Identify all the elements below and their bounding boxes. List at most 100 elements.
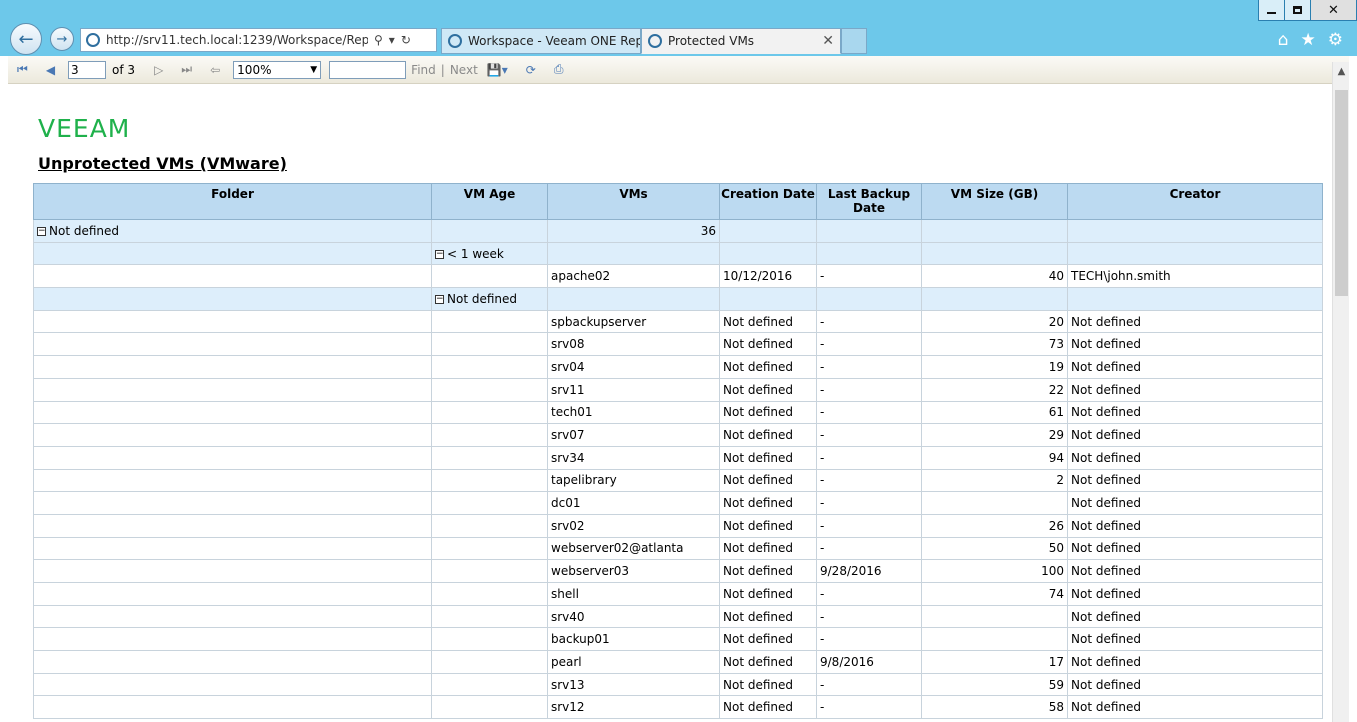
vm-name-cell: webserver03 <box>547 559 720 583</box>
report-title: Unprotected VMs (VMware) <box>38 154 287 173</box>
scroll-up-icon[interactable]: ▲ <box>1333 66 1350 77</box>
vm-size-cell: 40 <box>921 264 1068 289</box>
vm-size-cell: 2 <box>921 468 1068 493</box>
vm-name-cell: srv13 <box>547 672 720 697</box>
tab-protected-vms[interactable]: Protected VMs ✕ <box>641 28 841 54</box>
refresh-icon[interactable]: ↻ <box>401 33 411 47</box>
creator-cell: Not defined <box>1067 604 1323 629</box>
table-body: − Not defined 36 − < 1 week apache02 10/12… <box>33 219 1323 720</box>
next-link[interactable]: Next <box>450 63 478 77</box>
home-icon[interactable]: ⌂ <box>1278 30 1289 50</box>
vm-size-cell: 94 <box>921 445 1068 470</box>
creation-date-cell: Not defined <box>719 559 817 583</box>
window-controls: ✕ <box>1258 0 1357 21</box>
vm-name-cell: tech01 <box>547 400 720 425</box>
export-save-icon[interactable]: 💾▾ <box>487 63 508 77</box>
scrollbar-thumb[interactable] <box>1335 90 1348 296</box>
close-tab-icon[interactable]: ✕ <box>822 33 834 49</box>
tab-label: Workspace - Veeam ONE Repo... <box>468 34 641 48</box>
next-page-icon[interactable]: ▷ <box>154 63 163 77</box>
table-row: srv12 Not defined -58 Not defined <box>33 695 1323 720</box>
report-body: VEEAM Unprotected VMs (VMware) Folder VM… <box>8 85 1332 722</box>
last-page-icon[interactable]: ⏭ <box>181 62 192 77</box>
find-link[interactable]: Find <box>411 63 436 77</box>
vm-size-cell: 100 <box>921 559 1068 583</box>
table-row: tech01 Not defined -61 Not defined <box>33 400 1323 425</box>
vm-size-cell: 58 <box>921 695 1068 720</box>
creator-cell: Not defined <box>1067 650 1323 674</box>
url-text[interactable]: http://srv11.tech.local:1239/Workspace/R… <box>106 33 368 47</box>
creation-date-cell: Not defined <box>719 491 817 515</box>
zoom-select[interactable]: 100% ▼ <box>233 60 322 79</box>
favorites-star-icon[interactable]: ★ <box>1301 30 1316 50</box>
vm-name-cell: srv34 <box>547 445 720 470</box>
creation-date-cell: Not defined <box>719 332 817 357</box>
creator-cell: Not defined <box>1067 559 1323 583</box>
tab-label: Protected VMs <box>668 34 755 48</box>
creation-date-cell: Not defined <box>719 650 817 674</box>
first-page-icon[interactable]: ⏮ <box>17 62 28 77</box>
vm-name-cell: srv12 <box>547 695 720 720</box>
new-tab-button[interactable] <box>841 28 867 54</box>
column-header-vm-size[interactable]: VM Size (GB) <box>921 183 1068 220</box>
age-group-cell: − Not defined <box>431 287 548 311</box>
page-number-input[interactable] <box>68 60 107 79</box>
last-backup-cell: - <box>816 604 922 629</box>
collapse-icon[interactable]: − <box>435 249 444 259</box>
table-row: srv11 Not defined -22 Not defined <box>33 377 1323 402</box>
age-group-label: < 1 week <box>447 246 504 261</box>
close-icon: ✕ <box>1328 2 1339 18</box>
vm-size-cell <box>921 604 1068 629</box>
column-header-last-backup-date[interactable]: Last Backup Date <box>816 183 922 220</box>
search-icon[interactable]: ⚲ <box>374 33 383 47</box>
column-header-vms[interactable]: VMs <box>547 183 720 220</box>
last-backup-cell: - <box>816 423 922 447</box>
tab-workspace[interactable]: Workspace - Veeam ONE Repo... <box>441 28 641 54</box>
column-header-creator[interactable]: Creator <box>1067 183 1323 220</box>
page-count-label: of 3 <box>112 62 136 77</box>
gear-icon[interactable]: ⚙ <box>1328 30 1343 50</box>
creation-date-cell: Not defined <box>719 695 817 720</box>
column-header-folder[interactable]: Folder <box>33 183 432 220</box>
vm-name-cell: shell <box>547 582 720 606</box>
vm-name-cell: pearl <box>547 650 720 674</box>
table-row: apache02 10/12/2016 - 40 TECH\john.smith <box>33 264 1323 289</box>
address-bar[interactable]: http://srv11.tech.local:1239/Workspace/R… <box>80 28 437 52</box>
vm-table: Folder VM Age VMs Creation Date Last Bac… <box>33 183 1323 720</box>
vm-name-cell: srv07 <box>547 423 720 447</box>
creation-date-cell: Not defined <box>719 604 817 629</box>
creator-cell: Not defined <box>1067 309 1323 334</box>
last-backup-cell: - <box>816 377 922 402</box>
print-icon[interactable]: ⎙ <box>554 62 564 77</box>
close-window-button[interactable]: ✕ <box>1310 0 1357 21</box>
back-to-parent-icon[interactable]: ⇦ <box>210 63 220 77</box>
creator-cell: Not defined <box>1067 423 1323 447</box>
last-backup-cell: - <box>816 332 922 357</box>
tab-favicon-icon <box>448 34 462 48</box>
vm-name-cell: backup01 <box>547 627 720 652</box>
forward-button[interactable]: → <box>50 27 74 51</box>
last-backup-cell: - <box>816 264 922 289</box>
find-input[interactable] <box>329 60 407 79</box>
creation-date-cell: Not defined <box>719 672 817 697</box>
creator-cell: Not defined <box>1067 332 1323 357</box>
last-backup-cell: - <box>816 582 922 606</box>
minimize-button[interactable] <box>1258 0 1285 21</box>
table-row: webserver02@atlanta Not defined -50 Not def… <box>33 536 1323 561</box>
last-backup-cell: - <box>816 491 922 515</box>
table-row: dc01 Not defined - Not defined <box>33 491 1323 515</box>
dropdown-arrow-icon[interactable]: ▾ <box>389 33 395 47</box>
collapse-icon[interactable]: − <box>37 226 46 236</box>
table-row: srv13 Not defined -59 Not defined <box>33 672 1323 697</box>
creator-cell: Not defined <box>1067 627 1323 652</box>
age-group-row: − Not defined <box>33 287 1323 311</box>
collapse-icon[interactable]: − <box>435 294 444 304</box>
folder-group-cell: − Not defined <box>33 219 432 243</box>
maximize-button[interactable] <box>1284 0 1311 21</box>
column-header-vm-age[interactable]: VM Age <box>431 183 548 220</box>
back-button[interactable]: ← <box>10 23 42 55</box>
previous-page-icon[interactable]: ◀ <box>46 63 55 77</box>
refresh-report-icon[interactable]: ⟳ <box>526 63 536 77</box>
vertical-scrollbar[interactable]: ▲ <box>1332 62 1349 722</box>
column-header-creation-date[interactable]: Creation Date <box>719 183 817 220</box>
